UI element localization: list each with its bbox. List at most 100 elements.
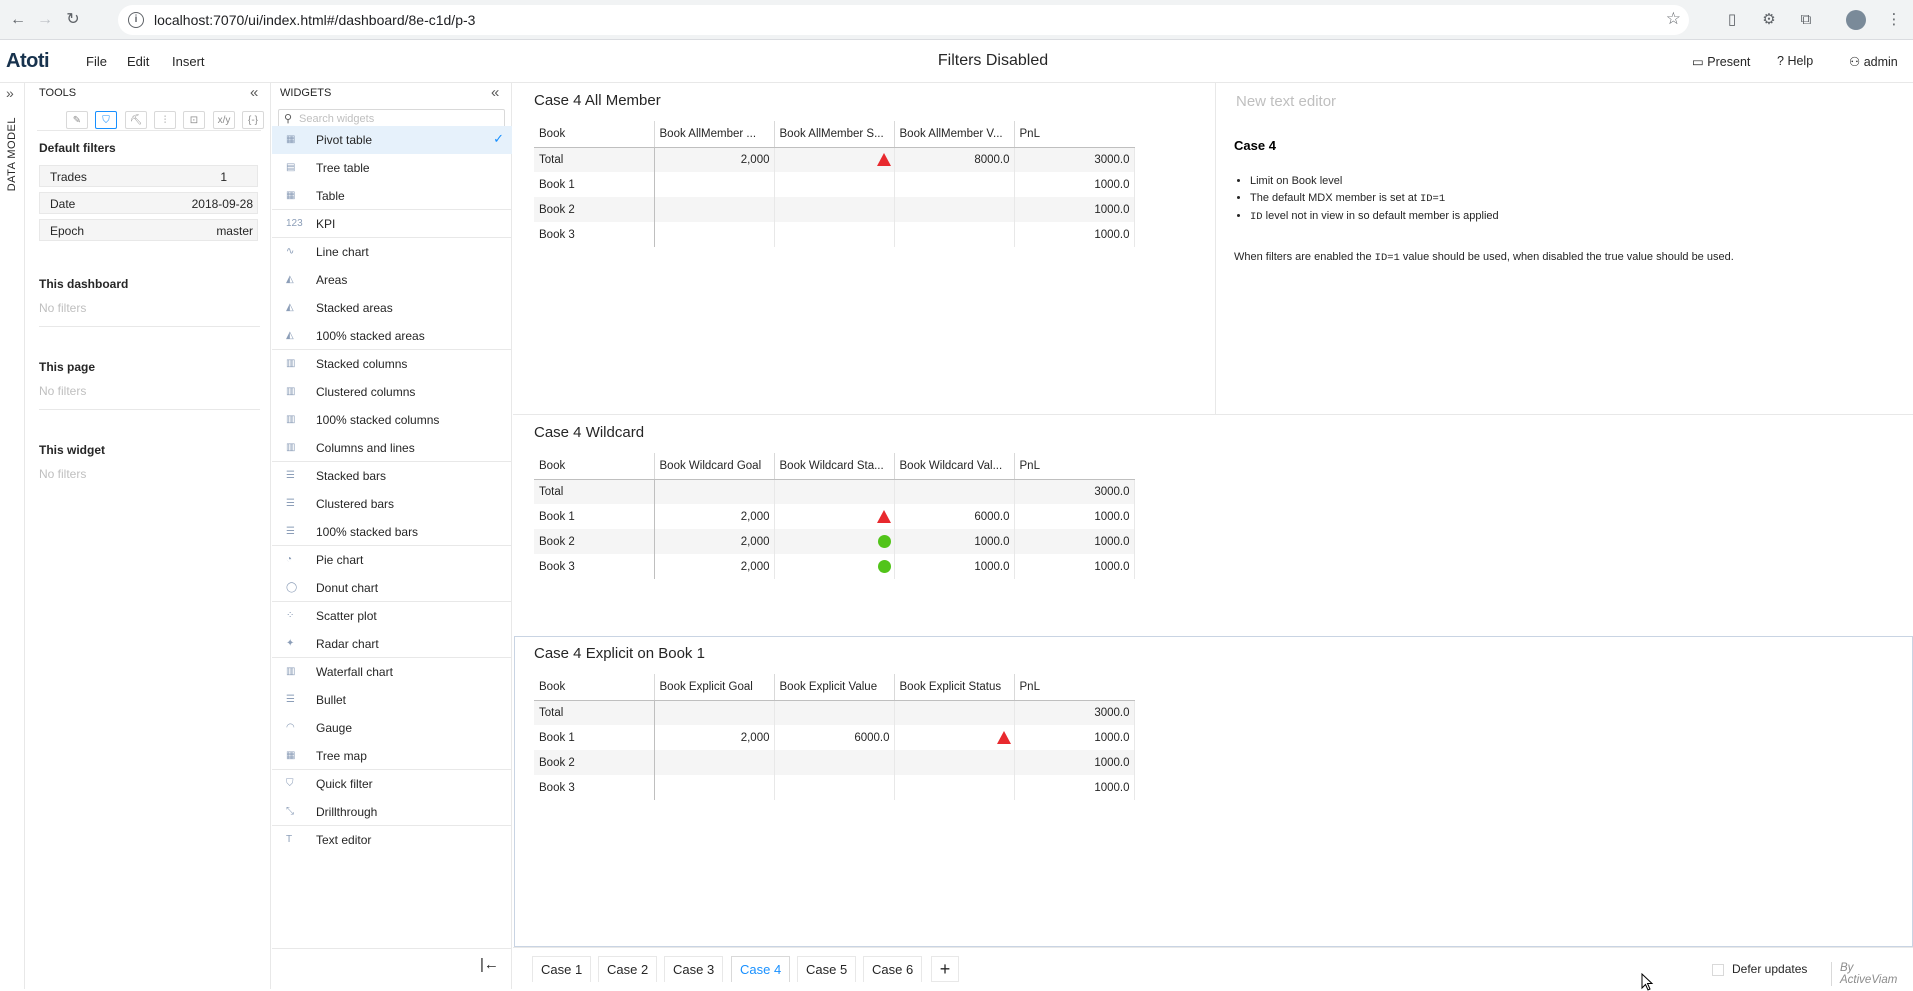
column-header[interactable]: PnL — [1014, 674, 1134, 701]
value-cell[interactable] — [654, 700, 775, 725]
row-header-cell[interactable]: Book 3 — [534, 222, 655, 247]
value-cell[interactable] — [774, 700, 895, 725]
status-cell[interactable] — [774, 529, 895, 554]
value-cell[interactable] — [774, 775, 895, 800]
extensions-puzzle-icon[interactable]: ⧉ — [1795, 9, 1817, 31]
value-cell[interactable] — [654, 222, 775, 247]
reload-icon[interactable]: ↻ — [61, 8, 85, 32]
value-cell[interactable] — [774, 172, 895, 197]
widget-item-pivot-table[interactable]: ▦ Pivot table ✓ — [272, 126, 512, 154]
forward-icon[interactable]: → — [33, 8, 57, 32]
xy-icon[interactable]: x/y — [213, 111, 235, 129]
widget-item-clustered-columns[interactable]: ▥ Clustered columns — [272, 378, 512, 406]
formula-icon[interactable]: ⊡ — [183, 111, 205, 129]
widget-item-waterfall-chart[interactable]: ▥ Waterfall chart — [272, 658, 512, 686]
site-info-icon[interactable]: i — [128, 12, 144, 28]
widget-item-columns-and-lines[interactable]: ▥ Columns and lines — [272, 434, 512, 462]
pivot-table-all-member[interactable]: Book Book AllMember ... Book AllMember S..… — [534, 121, 1135, 247]
value-cell[interactable] — [654, 479, 775, 504]
value-cell[interactable]: 3000.0 — [1014, 147, 1135, 172]
widget-item-text-editor[interactable]: T Text editor — [272, 826, 512, 854]
value-cell[interactable]: 2,000 — [654, 147, 775, 172]
tab-case-2[interactable]: Case 2 — [598, 956, 658, 982]
column-header[interactable]: Book Explicit Value — [774, 674, 895, 701]
user-button[interactable]: ⚇ admin — [1849, 54, 1898, 69]
text-editor-widget[interactable]: New text editor Case 4 Limit on Book lev… — [1216, 83, 1913, 414]
widget-item-quick-filter[interactable]: ⛉ Quick filter — [272, 770, 512, 798]
widget-item-radar-chart[interactable]: ✦ Radar chart — [272, 630, 512, 658]
row-header-cell[interactable]: Book 2 — [534, 529, 655, 554]
widget-item-table[interactable]: ▦ Table — [272, 182, 512, 210]
widget-item-100-stacked-bars[interactable]: ☰ 100% stacked bars — [272, 518, 512, 546]
value-cell[interactable]: 1000.0 — [894, 529, 1015, 554]
widget-item-stacked-bars[interactable]: ☰ Stacked bars — [272, 462, 512, 490]
profile-avatar[interactable] — [1846, 10, 1866, 30]
expand-icon[interactable]: » — [6, 85, 14, 101]
tab-case-3[interactable]: Case 3 — [664, 956, 724, 982]
widget-item-bullet[interactable]: ☰ Bullet — [272, 686, 512, 714]
data-model-toggle[interactable]: DATA MODEL — [6, 117, 18, 191]
column-header[interactable]: Book Explicit Status — [894, 674, 1015, 701]
widget-title-wildcard[interactable]: Case 4 Wildcard — [534, 424, 644, 441]
widget-item-stacked-areas[interactable]: ◭ Stacked areas — [272, 294, 512, 322]
column-header[interactable]: Book Explicit Goal — [654, 674, 775, 701]
pencil-icon[interactable]: ✎ — [66, 111, 88, 129]
widget-item-areas[interactable]: ◭ Areas — [272, 266, 512, 294]
filter-icon[interactable]: ⛉ — [95, 111, 117, 129]
tab-case-5[interactable]: Case 5 — [797, 956, 857, 982]
value-cell[interactable] — [894, 172, 1015, 197]
collapse-tools-icon[interactable]: « — [250, 84, 258, 101]
status-cell[interactable] — [774, 504, 895, 529]
value-cell[interactable] — [654, 775, 775, 800]
value-cell[interactable]: 6000.0 — [894, 504, 1015, 529]
value-cell[interactable]: 6000.0 — [774, 725, 895, 750]
column-header[interactable]: Book — [534, 674, 655, 701]
value-cell[interactable] — [774, 750, 895, 775]
value-cell[interactable]: 1000.0 — [1014, 750, 1135, 775]
filter-trades[interactable]: Trades 1 — [39, 165, 258, 187]
value-cell[interactable] — [654, 750, 775, 775]
checkbox-box[interactable] — [1712, 963, 1724, 976]
braces-icon[interactable]: {-} — [242, 111, 264, 129]
value-cell[interactable] — [894, 197, 1015, 222]
widget-item-pie-chart[interactable]: ◔ Pie chart — [272, 546, 512, 574]
widget-item-100-stacked-areas[interactable]: ◭ 100% stacked areas — [272, 322, 512, 350]
status-cell[interactable] — [894, 725, 1015, 750]
settings-gear-icon[interactable]: ⚙ — [1758, 9, 1780, 31]
value-cell[interactable]: 1000.0 — [1014, 504, 1135, 529]
widget-title-explicit[interactable]: Case 4 Explicit on Book 1 — [534, 645, 705, 662]
value-cell[interactable]: 2,000 — [654, 529, 775, 554]
row-header-cell[interactable]: Book 2 — [534, 197, 655, 222]
value-cell[interactable] — [894, 222, 1015, 247]
value-cell[interactable]: 3000.0 — [1014, 479, 1135, 504]
column-header[interactable]: Book Wildcard Sta... — [774, 453, 895, 480]
value-cell[interactable]: 1000.0 — [1014, 775, 1135, 800]
value-cell[interactable] — [774, 197, 895, 222]
collapse-widgets-icon[interactable]: « — [491, 84, 499, 101]
value-cell[interactable]: 1000.0 — [1014, 725, 1135, 750]
browser-menu-icon[interactable]: ⋮ — [1883, 9, 1905, 31]
row-header-cell[interactable]: Book 1 — [534, 504, 655, 529]
column-header[interactable]: PnL — [1014, 121, 1134, 148]
sliders-icon[interactable]: ⫶ — [154, 111, 176, 129]
column-header[interactable]: Book AllMember S... — [774, 121, 895, 148]
dashboard-title[interactable]: Filters Disabled — [0, 52, 1913, 70]
tab-case-1[interactable]: Case 1 — [532, 956, 592, 982]
widget-item-line-chart[interactable]: ∿ Line chart — [272, 238, 512, 266]
column-header[interactable]: Book AllMember ... — [654, 121, 775, 148]
column-header[interactable]: Book Wildcard Val... — [894, 453, 1015, 480]
value-cell[interactable] — [894, 479, 1015, 504]
value-cell[interactable] — [654, 172, 775, 197]
bookmark-star-icon[interactable]: ☆ — [1666, 9, 1681, 29]
pin-panel-icon[interactable]: |← — [480, 956, 499, 973]
column-header[interactable]: PnL — [1014, 453, 1134, 480]
status-cell[interactable] — [774, 554, 895, 579]
row-header-cell[interactable]: Book 1 — [534, 172, 655, 197]
url-text[interactable]: localhost:7070/ui/index.html#/dashboard/… — [154, 12, 475, 28]
tab-case-4[interactable]: Case 4 — [731, 956, 791, 982]
value-cell[interactable] — [894, 750, 1015, 775]
widget-item-tree-map[interactable]: ▦ Tree map — [272, 742, 512, 770]
column-header[interactable]: Book Wildcard Goal — [654, 453, 775, 480]
value-cell[interactable]: 1000.0 — [1014, 554, 1135, 579]
help-button[interactable]: ? Help — [1777, 54, 1813, 68]
